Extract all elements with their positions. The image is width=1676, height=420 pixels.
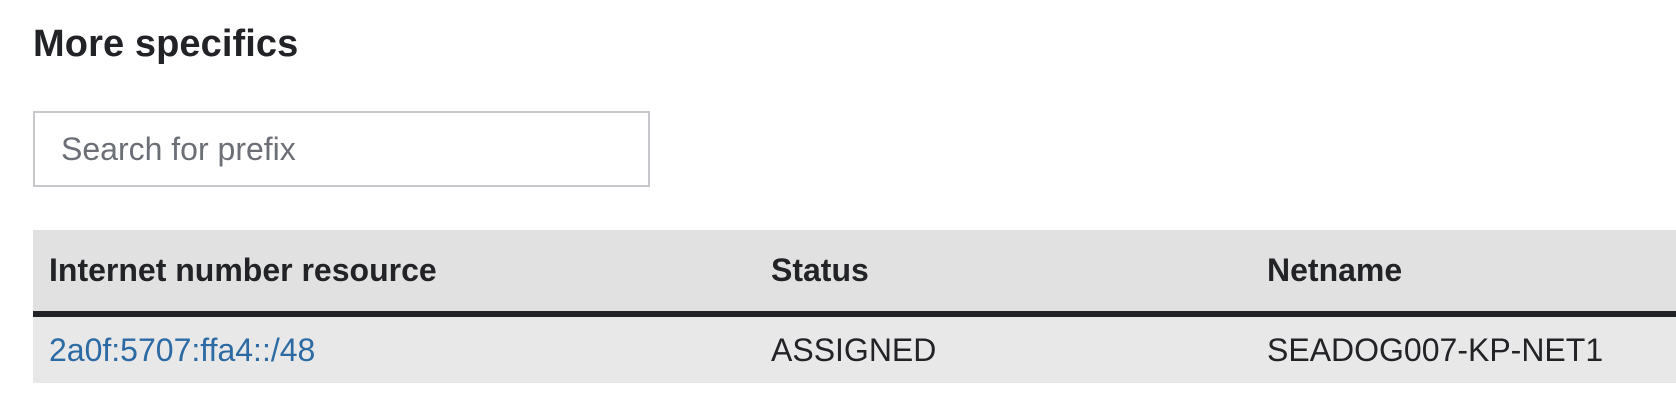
prefix-search-input[interactable] xyxy=(35,113,648,185)
resource-link[interactable]: 2a0f:5707:ffa4::/48 xyxy=(49,332,315,368)
header-netname: Netname xyxy=(1251,230,1676,317)
section-title: More specifics xyxy=(33,23,299,65)
table-body: 2a0f:5707:ffa4::/48 ASSIGNED SEADOG007-K… xyxy=(33,314,1676,383)
cell-resource: 2a0f:5707:ffa4::/48 xyxy=(33,314,755,383)
table-row: 2a0f:5707:ffa4::/48 ASSIGNED SEADOG007-K… xyxy=(33,314,1676,383)
header-internet-number-resource: Internet number resource xyxy=(33,230,755,317)
header-status: Status xyxy=(755,230,1251,317)
cell-netname: SEADOG007-KP-NET1 xyxy=(1267,331,1604,368)
more-specifics-table: Internet number resource Status Netname … xyxy=(33,230,1676,383)
cell-status: ASSIGNED xyxy=(771,331,937,368)
more-specifics-section: More specifics Internet number resource … xyxy=(0,0,1676,420)
table-header: Internet number resource Status Netname xyxy=(33,230,1676,317)
search-box xyxy=(33,111,650,187)
table-header-row: Internet number resource Status Netname xyxy=(33,230,1676,317)
